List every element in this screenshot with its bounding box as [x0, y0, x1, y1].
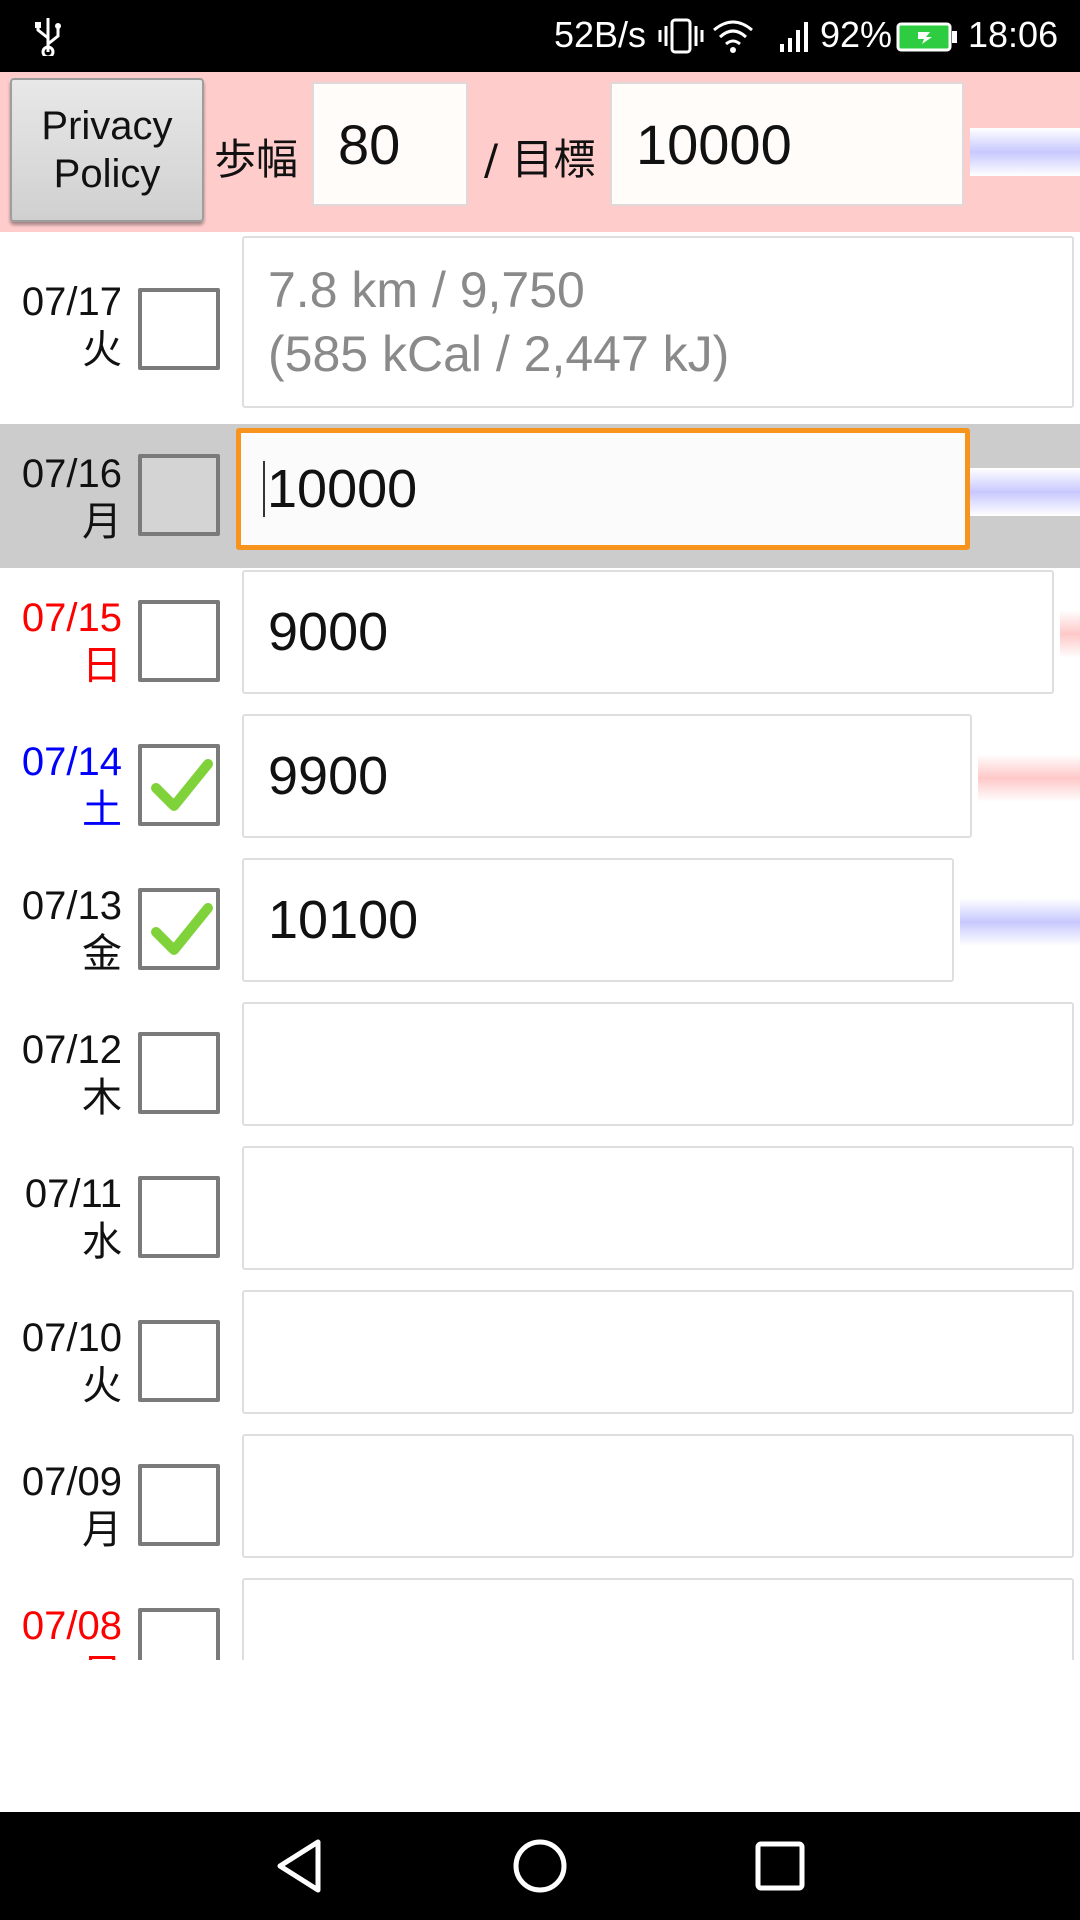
date-label: 07/13 金: [21, 884, 122, 976]
wifi-icon: [713, 20, 753, 53]
steps-input[interactable]: 9000: [242, 570, 1054, 694]
steps-input[interactable]: [242, 1290, 1074, 1414]
steps-input[interactable]: [242, 1434, 1074, 1558]
date-label: 07/17 火: [21, 280, 122, 372]
steps-input[interactable]: 10100: [242, 858, 954, 982]
date-label: 07/08日: [21, 1604, 122, 1660]
goal-progress-bar: [1060, 610, 1080, 658]
goal-progress-bar: [978, 754, 1080, 802]
done-checkbox[interactable]: [138, 288, 220, 370]
steps-input[interactable]: [242, 1578, 1074, 1660]
list-item: 07/16 月 10000: [0, 424, 1080, 568]
checkmark-icon: [151, 903, 213, 955]
done-checkbox[interactable]: [138, 600, 220, 682]
stride-input[interactable]: 80: [312, 82, 468, 206]
list-item: 07/08日: [0, 1576, 1080, 1660]
steps-input[interactable]: [242, 1146, 1074, 1270]
goal-input[interactable]: 10000: [610, 82, 964, 206]
steps-input[interactable]: 9900: [242, 714, 972, 838]
checkmark-icon: [151, 759, 213, 811]
goal-label: / 目標: [484, 135, 596, 184]
done-checkbox[interactable]: [138, 1320, 220, 1402]
list-item: 07/13 金 10100: [0, 856, 1080, 1000]
text-cursor: [263, 461, 265, 517]
done-checkbox[interactable]: [138, 744, 220, 826]
done-checkbox[interactable]: [138, 454, 220, 536]
list-item: 07/10 火: [0, 1288, 1080, 1432]
goal-progress-bar: [970, 468, 1080, 516]
goal-progress-bar: [970, 128, 1080, 176]
home-icon[interactable]: [510, 1836, 570, 1896]
navigation-bar: [0, 1812, 1080, 1920]
clock: 18:06: [968, 14, 1059, 55]
list-item: 07/17 火 7.8 km / 9,750 (585 kCal / 2,447 …: [0, 232, 1080, 408]
recents-icon[interactable]: [750, 1836, 810, 1896]
stride-label: 歩幅: [214, 135, 299, 184]
list-item: 07/11 水: [0, 1144, 1080, 1288]
done-checkbox[interactable]: [138, 1464, 220, 1546]
date-label: 07/09 月: [21, 1460, 122, 1552]
status-bar: 52B/s 92% 18:06: [0, 0, 1080, 72]
signal-icon: [780, 22, 808, 52]
list-item: 07/12 木: [0, 1000, 1080, 1144]
steps-input[interactable]: 7.8 km / 9,750 (585 kCal / 2,447 kJ): [242, 236, 1074, 408]
steps-input[interactable]: 10000: [236, 428, 970, 550]
date-label: 07/15 日: [21, 596, 122, 688]
back-icon[interactable]: [270, 1836, 330, 1896]
usb-icon: [35, 18, 61, 56]
settings-header: Privacy Policy 歩幅 80 / 目標 10000: [0, 72, 1080, 232]
done-checkbox[interactable]: [138, 1176, 220, 1258]
battery-icon: [896, 22, 957, 52]
done-checkbox[interactable]: [138, 888, 220, 970]
done-checkbox[interactable]: [138, 1608, 220, 1660]
steps-input[interactable]: [242, 1002, 1074, 1126]
date-label: 07/14 土: [21, 740, 122, 832]
battery-percent: 92%: [820, 14, 893, 55]
date-label: 07/16 月: [21, 452, 122, 544]
date-label: 07/10 火: [21, 1316, 122, 1408]
privacy-policy-button[interactable]: Privacy Policy: [10, 78, 204, 222]
list-item: 07/09 月: [0, 1432, 1080, 1576]
done-checkbox[interactable]: [138, 1032, 220, 1114]
list-item: 07/14 土 9900: [0, 712, 1080, 856]
date-label: 07/11 水: [24, 1172, 122, 1264]
list-item: 07/15 日 9000: [0, 568, 1080, 712]
net-speed: 52B/s: [554, 14, 647, 55]
date-label: 07/12 木: [21, 1028, 122, 1120]
vibrate-icon: [658, 18, 704, 54]
goal-progress-bar: [960, 898, 1080, 946]
